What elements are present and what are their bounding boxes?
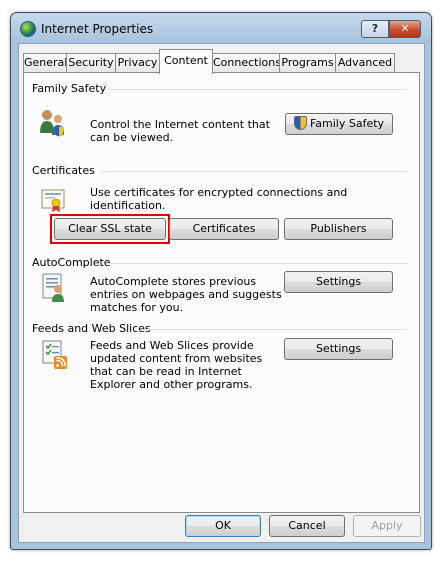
feeds-heading: Feeds and Web Slices xyxy=(32,322,155,335)
autocomplete-icon xyxy=(42,273,64,302)
publishers-button[interactable]: Publishers xyxy=(284,218,393,240)
help-button[interactable]: ? xyxy=(361,20,389,38)
tab-general[interactable]: General xyxy=(23,53,67,73)
feeds-settings-button[interactable]: Settings xyxy=(284,338,393,360)
group-divider xyxy=(106,89,407,90)
clear-ssl-state-button[interactable]: Clear SSL state xyxy=(54,218,166,240)
tab-strip: General Security Privacy Content Connect… xyxy=(23,49,423,74)
apply-button[interactable]: Apply xyxy=(353,515,421,537)
family-safety-description: Control the Internet content that can be… xyxy=(90,118,270,144)
cancel-button[interactable]: Cancel xyxy=(269,515,345,537)
certificates-description: Use certificates for encrypted connectio… xyxy=(90,186,348,212)
autocomplete-heading: AutoComplete xyxy=(32,256,115,269)
tab-security[interactable]: Security xyxy=(66,53,116,73)
tab-connections[interactable]: Connections xyxy=(212,53,281,73)
certificates-button[interactable]: Certificates xyxy=(169,218,279,240)
window-title: Internet Properties xyxy=(41,22,154,36)
autocomplete-description: AutoComplete stores previous entries on … xyxy=(90,275,282,314)
tab-content[interactable]: Content xyxy=(159,49,213,74)
feeds-description: Feeds and Web Slices provide updated con… xyxy=(90,339,263,391)
tab-privacy[interactable]: Privacy xyxy=(115,53,160,73)
shield-icon xyxy=(293,116,307,130)
tab-programs[interactable]: Programs xyxy=(279,53,336,73)
internet-properties-window: Internet Properties ? ✕ General Security… xyxy=(10,12,432,550)
family-safety-button-label: Family Safety xyxy=(309,117,385,130)
content-tab-panel: Family Safety Control the Internet conte… xyxy=(23,72,420,513)
autocomplete-settings-button[interactable]: Settings xyxy=(284,271,393,293)
group-divider xyxy=(144,329,407,330)
title-bar[interactable]: Internet Properties ? ✕ xyxy=(11,13,431,43)
group-divider xyxy=(106,263,407,264)
family-safety-icon xyxy=(40,110,64,137)
family-safety-heading: Family Safety xyxy=(32,82,111,95)
family-safety-button[interactable]: Family Safety xyxy=(285,113,393,135)
close-button[interactable]: ✕ xyxy=(389,20,421,38)
tab-advanced[interactable]: Advanced xyxy=(335,53,395,73)
dialog-client-area: General Security Privacy Content Connect… xyxy=(18,43,425,543)
ok-button[interactable]: OK xyxy=(185,515,261,537)
ie-globe-icon xyxy=(20,21,36,37)
certificate-icon xyxy=(41,189,65,212)
feeds-icon xyxy=(42,340,67,369)
certificates-heading: Certificates xyxy=(32,164,99,177)
group-divider xyxy=(101,171,407,172)
